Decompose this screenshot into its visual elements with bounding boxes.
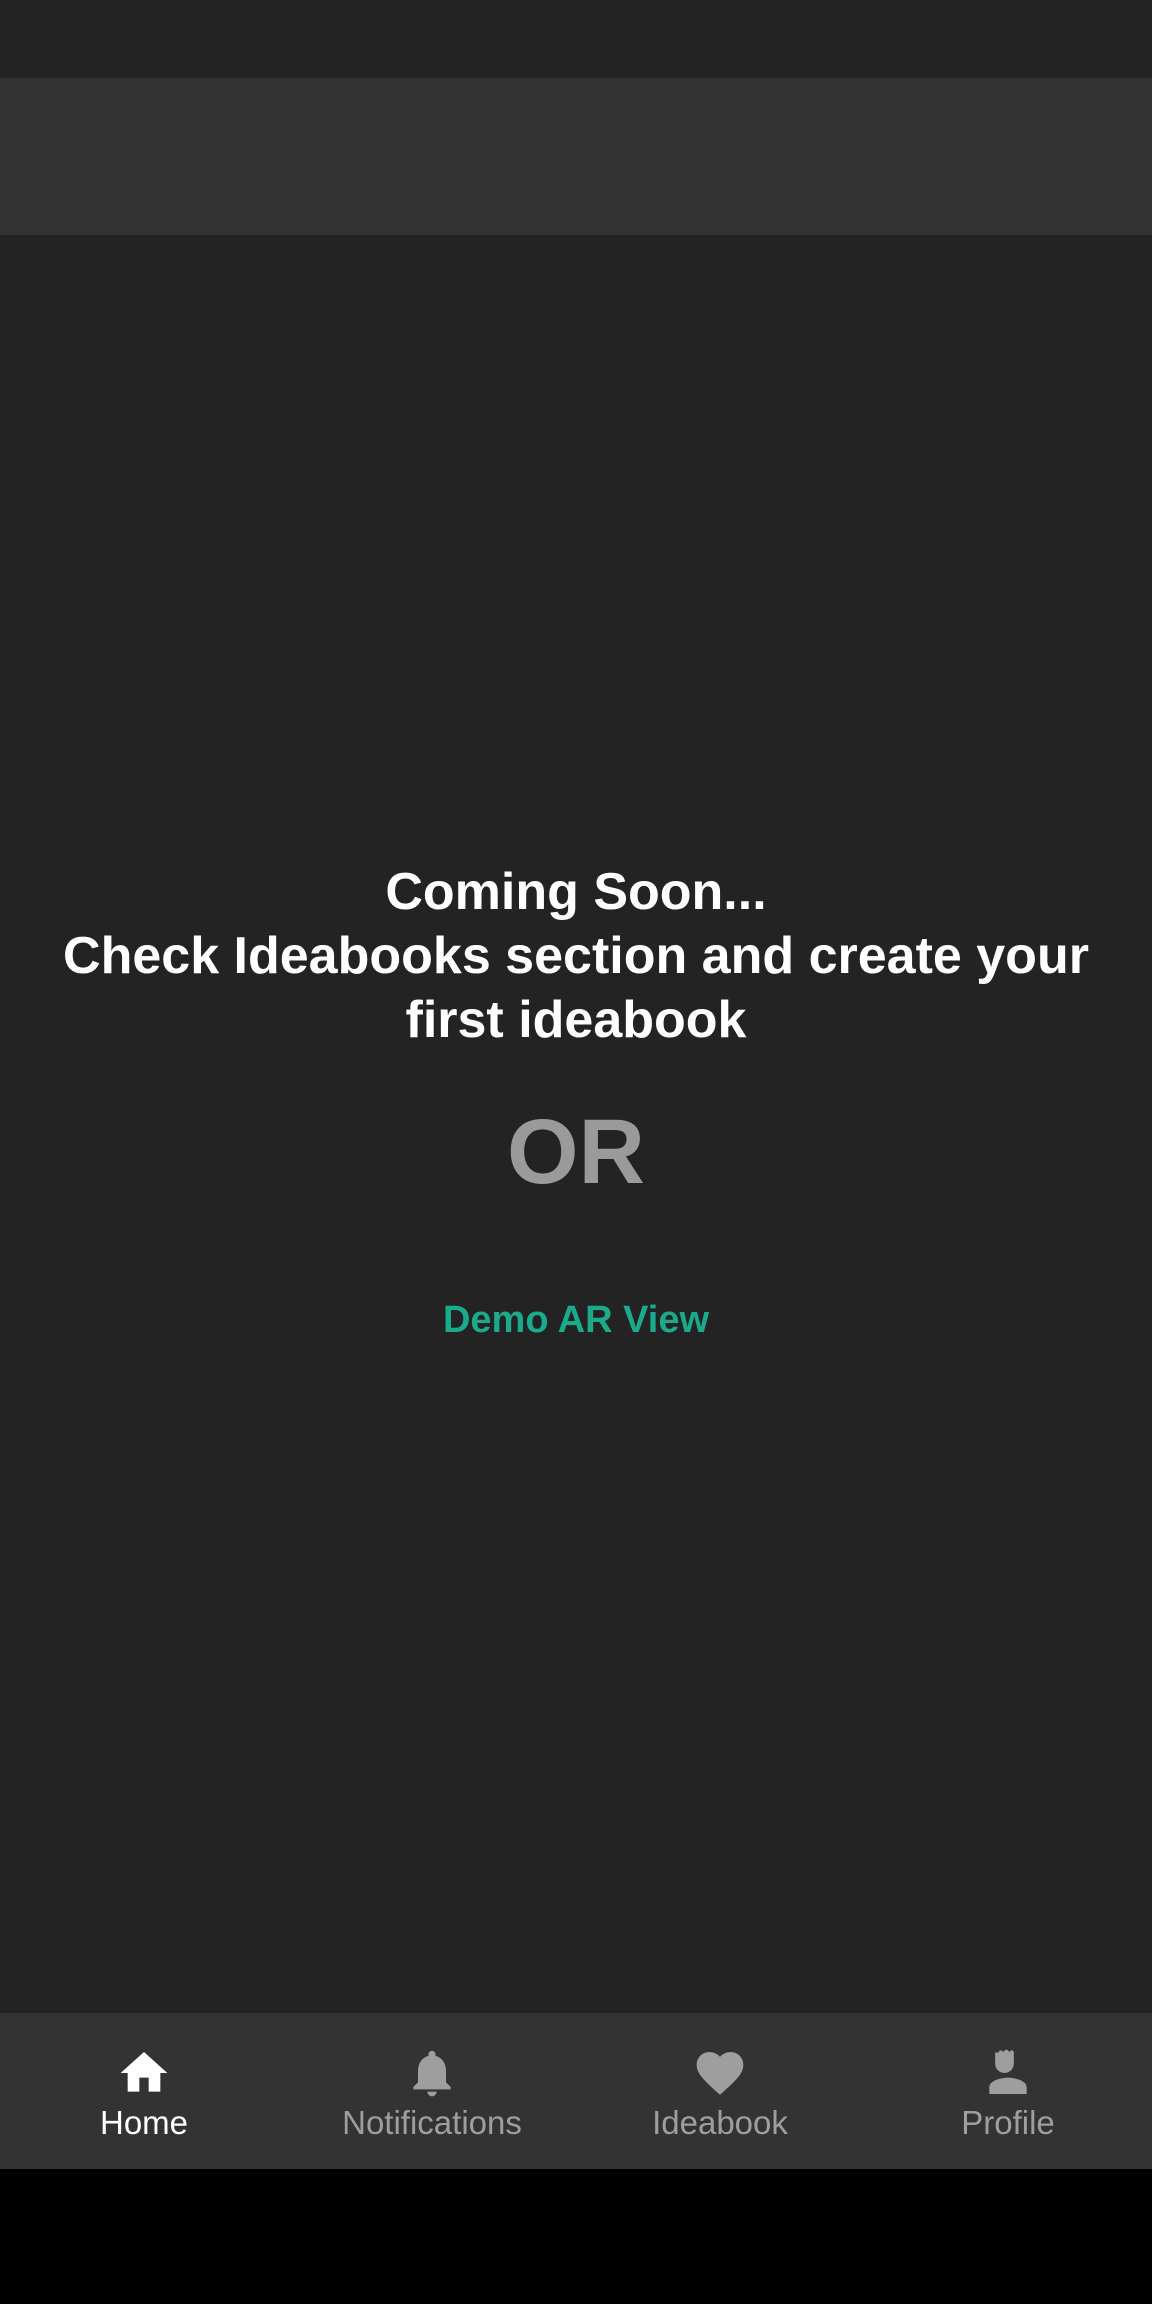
bottom-navigation: Home Notifications Ideabook Profile [0,2013,1152,2169]
nav-label-notifications: Notifications [342,2104,522,2141]
coming-soon-message: Coming Soon... Check Ideabooks section a… [40,860,1112,1052]
message-line-3: first ideabook [405,991,747,1049]
app-bar [0,78,1152,235]
nav-label-profile: Profile [961,2104,1055,2141]
status-bar [0,0,1152,78]
home-icon [120,2052,168,2092]
system-navigation-bar [0,2169,1152,2304]
main-content: Coming Soon... Check Ideabooks section a… [0,235,1152,2013]
nav-item-profile[interactable]: Profile [864,2013,1152,2169]
demo-ar-view-button[interactable]: Demo AR View [426,1285,726,1355]
bell-icon [413,2050,451,2097]
message-line-1: Coming Soon... [385,863,767,921]
person-icon [989,2049,1027,2094]
heart-icon [696,2052,744,2095]
nav-label-home: Home [99,2104,189,2141]
app-screen: Coming Soon... Check Ideabooks section a… [0,0,1152,2304]
message-line-2: Check Ideabooks section and create your [63,927,1089,985]
nav-item-notifications[interactable]: Notifications [288,2013,576,2169]
nav-item-ideabook[interactable]: Ideabook [576,2013,864,2169]
or-divider-text: OR [507,1101,645,1203]
nav-label-ideabook: Ideabook [652,2104,788,2141]
nav-item-home[interactable]: Home [0,2013,288,2169]
